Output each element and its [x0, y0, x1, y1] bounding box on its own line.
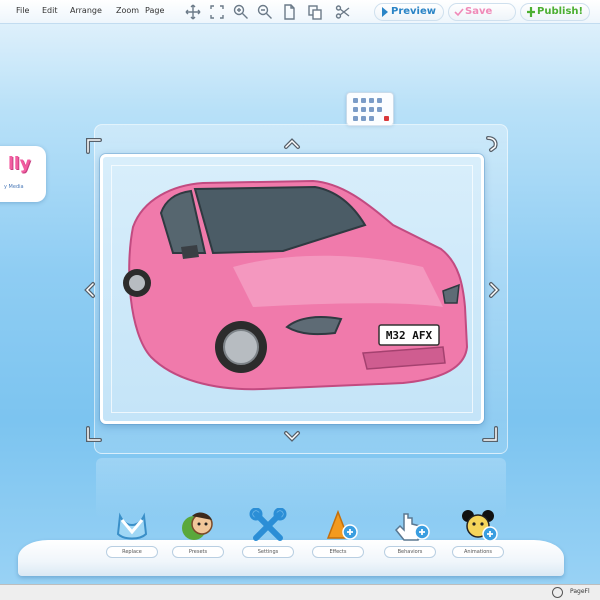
status-bar: PageFl [0, 584, 600, 600]
logo-word: lly [8, 154, 31, 174]
publish-icon [526, 6, 536, 18]
palette-tool-icon[interactable] [353, 107, 358, 112]
logo-card: lly y Media [0, 146, 46, 202]
menu-edit[interactable]: Edit [42, 6, 58, 15]
copy-icon[interactable] [306, 3, 324, 21]
wrench-icon [248, 507, 288, 544]
logo-tagline: y Media [4, 184, 24, 190]
palette-tool-icon[interactable] [377, 98, 382, 103]
palette-tool-icon[interactable] [369, 98, 374, 103]
palette-tool-icon[interactable] [377, 107, 382, 112]
presets-icon [178, 508, 218, 544]
animations-icon [458, 508, 498, 544]
status-text: PageFl [570, 588, 590, 595]
play-icon [380, 6, 390, 18]
globe-icon [552, 587, 563, 598]
menu-arrange[interactable]: Arrange [70, 6, 102, 15]
palette-tool-icon[interactable] [369, 107, 374, 112]
effects-icon [318, 508, 358, 544]
menu-page[interactable]: Page [145, 6, 164, 15]
car-photo: M32 AFX [123, 179, 469, 391]
rotate-handle-icon[interactable] [482, 134, 502, 154]
hand-pointer-icon [390, 508, 430, 544]
resize-handle-top-left-icon[interactable] [84, 136, 104, 156]
resize-handle-left-icon[interactable] [80, 280, 100, 300]
publish-button[interactable]: Publish! [520, 3, 590, 21]
menu-file[interactable]: File [16, 6, 29, 15]
palette-tool-icon[interactable] [353, 116, 358, 121]
resize-handle-top-icon[interactable] [282, 134, 302, 154]
dock-label-effects: Effects [312, 546, 364, 558]
palette-tool-icon[interactable] [361, 107, 366, 112]
palette-tool-icon[interactable] [361, 98, 366, 103]
photo-frame[interactable]: M32 AFX [100, 154, 484, 424]
zoom-in-icon[interactable] [232, 3, 250, 21]
palette-tool-icon[interactable] [361, 116, 366, 121]
resize-handle-right-icon[interactable] [484, 280, 504, 300]
publish-label: Publish! [537, 6, 584, 17]
dock-label-animations: Animations [452, 546, 504, 558]
menubar: File Edit Arrange Zoom Page Preview Save [0, 0, 600, 24]
dock-label-behaviors: Behaviors [384, 546, 436, 558]
save-button[interactable]: Save [448, 3, 516, 21]
resize-handle-bottom-icon[interactable] [282, 426, 302, 446]
resize-handle-bottom-left-icon[interactable] [84, 424, 104, 444]
scissors-icon[interactable] [334, 3, 352, 21]
dock-animations[interactable]: Animations [448, 508, 508, 560]
fit-tool-icon[interactable] [208, 3, 226, 21]
palette-tool-icon[interactable] [353, 98, 358, 103]
menu-zoom[interactable]: Zoom [116, 6, 139, 15]
dock-label-settings: Settings [242, 546, 294, 558]
resize-handle-bottom-right-icon[interactable] [480, 424, 500, 444]
dock-replace[interactable]: Replace [102, 508, 162, 560]
mini-tool-palette[interactable] [346, 92, 394, 126]
preview-label: Preview [391, 6, 437, 17]
palette-delete-icon[interactable] [384, 116, 389, 121]
dock-label-presets: Presets [172, 546, 224, 558]
license-plate: M32 AFX [386, 329, 433, 342]
dock-settings[interactable]: Settings [238, 507, 298, 560]
save-label: Save [465, 6, 493, 17]
dock-label-replace: Replace [106, 546, 158, 558]
replace-icon [112, 508, 152, 544]
move-tool-icon[interactable] [184, 3, 202, 21]
dock-effects[interactable]: Effects [308, 508, 368, 560]
palette-tool-icon[interactable] [369, 116, 374, 121]
preview-button[interactable]: Preview [374, 3, 444, 21]
dock-behaviors[interactable]: Behaviors [380, 508, 440, 560]
zoom-out-icon[interactable] [256, 3, 274, 21]
save-icon [454, 6, 464, 18]
dock-presets[interactable]: Presets [168, 508, 228, 560]
page-icon[interactable] [280, 3, 298, 21]
